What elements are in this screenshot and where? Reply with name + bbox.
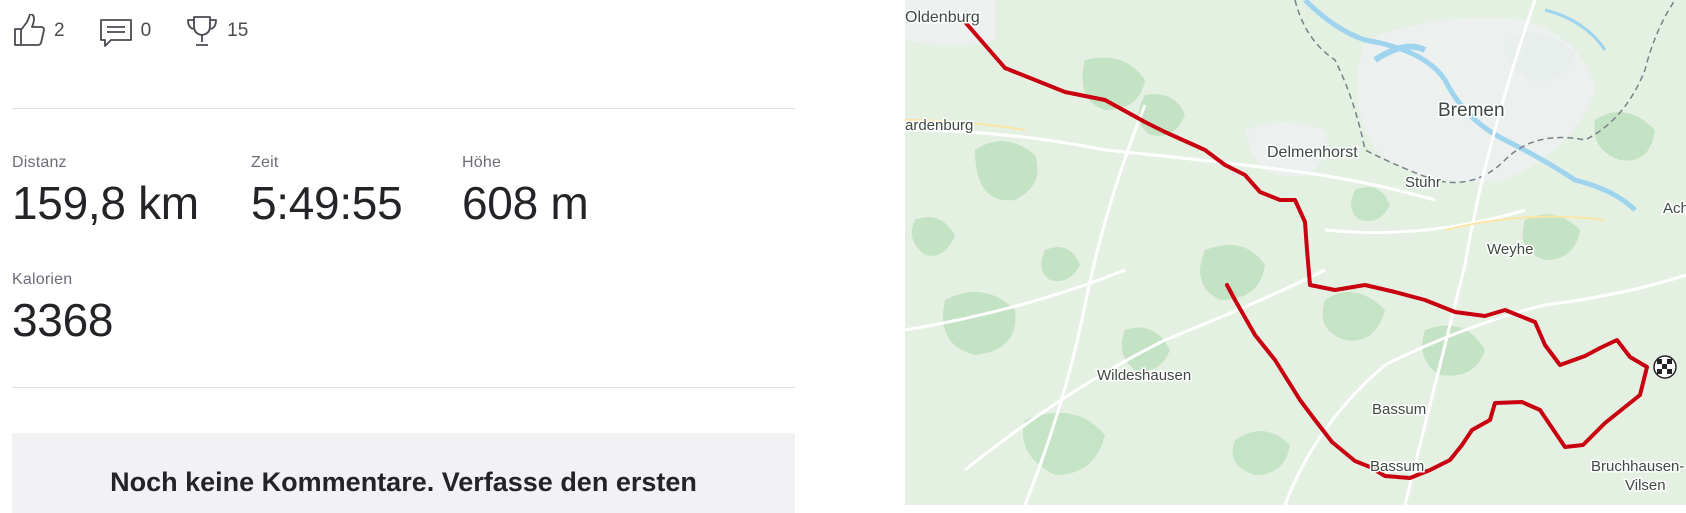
stat-elevation: Höhe 608 m xyxy=(462,154,589,230)
achievements-count: 15 xyxy=(227,20,249,41)
map-label-weyhe: Weyhe xyxy=(1487,241,1533,258)
activity-details: 2 0 15 Distanz 159,8 km Zeit 5:49:55 Höh… xyxy=(0,0,800,513)
stat-value: 3368 xyxy=(12,294,114,346)
map-label-bremen: Bremen xyxy=(1438,100,1505,121)
stat-distance: Distanz 159,8 km xyxy=(12,154,199,230)
stat-label: Kalorien xyxy=(12,271,73,288)
stat-label: Distanz xyxy=(12,154,67,171)
stat-value: 608 m xyxy=(462,177,589,229)
comment-icon xyxy=(99,14,133,48)
comments-button[interactable]: 0 xyxy=(99,14,152,48)
achievements-button[interactable]: 15 xyxy=(185,14,248,48)
divider xyxy=(12,108,795,109)
map-label-delmenhorst: Delmenhorst xyxy=(1267,144,1358,161)
social-actions: 2 0 15 xyxy=(12,14,282,48)
map-label-wildeshausen: Wildeshausen xyxy=(1097,367,1191,384)
map-label-achim: Ach xyxy=(1663,200,1686,217)
comments-section: Noch keine Kommentare. Verfasse den erst… xyxy=(12,433,795,513)
stat-time: Zeit 5:49:55 xyxy=(251,154,403,230)
kudos-count: 2 xyxy=(54,20,65,41)
map-label-oldenburg: Oldenburg xyxy=(905,9,980,26)
stat-label: Höhe xyxy=(462,154,502,171)
stat-value: 5:49:55 xyxy=(251,177,403,229)
stat-value: 159,8 km xyxy=(12,177,199,229)
map-label-bassum: Bassum xyxy=(1370,458,1424,475)
empty-comments-message: Noch keine Kommentare. Verfasse den erst… xyxy=(110,467,697,497)
map-label-stuhr: Stuhr xyxy=(1405,174,1441,191)
stat-calories: Kalorien 3368 xyxy=(12,271,113,347)
map-label-vilsen: Vilsen xyxy=(1625,477,1666,494)
divider xyxy=(12,387,795,388)
route-map[interactable]: Oldenburg Bremen ardenburg Delmenhorst S… xyxy=(905,0,1686,505)
kudos-button[interactable]: 2 xyxy=(12,14,65,48)
trophy-icon xyxy=(185,14,219,48)
comments-count: 0 xyxy=(140,20,152,41)
finish-flag-icon xyxy=(1653,355,1677,379)
map-label-hardenburg: ardenburg xyxy=(905,117,973,134)
stat-label: Zeit xyxy=(251,154,279,171)
map-label-bruchhausen: Bruchhausen- xyxy=(1591,458,1684,475)
thumbs-up-icon xyxy=(12,14,46,48)
map-label-bassum: Bassum xyxy=(1372,401,1426,418)
